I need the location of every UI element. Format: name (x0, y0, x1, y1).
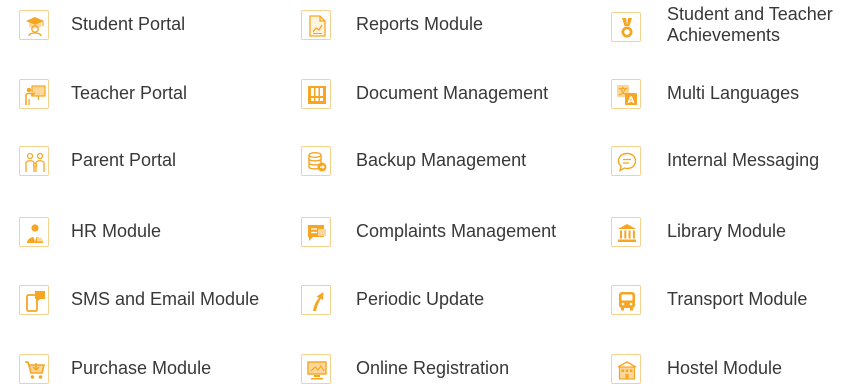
svg-text:A: A (628, 96, 635, 106)
teacher-board-icon (19, 79, 49, 109)
medal-icon (611, 12, 641, 42)
feature-label: SMS and Email Module (71, 289, 260, 309)
family-icon (19, 146, 49, 176)
feature-label: Student and Teacher Achievements (667, 4, 833, 45)
feature-label: Transport Module (667, 289, 808, 309)
feature-label: Online Registration (356, 358, 510, 378)
feature-label: Multi Languages (667, 83, 800, 103)
feature-label: Reports Module (356, 14, 484, 34)
feature-label: HR Module (71, 221, 162, 241)
person-tie-icon (19, 217, 49, 247)
feature-label: Internal Messaging (667, 150, 820, 170)
feature-label: Teacher Portal (71, 83, 188, 103)
feature-label: Periodic Update (356, 289, 485, 309)
feature-label: Student Portal (71, 14, 186, 34)
phone-chat-icon (19, 285, 49, 315)
building-icon (611, 354, 641, 384)
bus-icon (611, 285, 641, 315)
feature-label: Complaints Management (356, 221, 557, 241)
feature-label: Library Module (667, 221, 787, 241)
computer-monitor-icon (301, 354, 331, 384)
student-icon (19, 10, 49, 40)
speech-bubble-icon (301, 217, 331, 247)
shopping-cart-icon (19, 354, 49, 384)
translate-icon: 文 A (611, 79, 641, 109)
feature-label: Parent Portal (71, 150, 177, 170)
chart-document-icon (301, 10, 331, 40)
chat-bubble-icon (611, 146, 641, 176)
document-grid-icon (301, 79, 331, 109)
feature-label: Purchase Module (71, 358, 212, 378)
feature-label: Document Management (356, 83, 549, 103)
feature-label: Hostel Module (667, 358, 783, 378)
arrow-up-icon (301, 285, 331, 315)
database-backup-icon (301, 146, 331, 176)
feature-label: Backup Management (356, 150, 527, 170)
library-building-icon (611, 217, 641, 247)
